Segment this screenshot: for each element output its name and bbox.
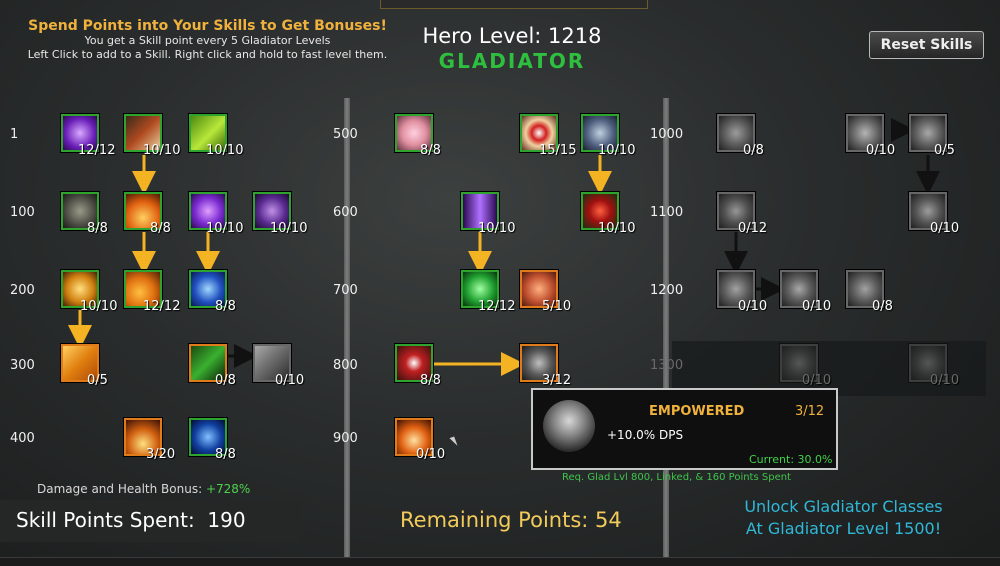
skill-rank: 0/10 [866,143,896,158]
level-label: 600 [333,205,358,220]
level-label: 900 [333,431,358,446]
unlock-line-2: At Gladiator Level 1500! [745,519,942,538]
skill-rank: 10/10 [598,221,636,236]
skill-rank: 8/8 [420,143,441,158]
intro-title: Spend Points into Your Skills to Get Bon… [28,18,387,34]
skill-rank: 10/10 [206,143,244,158]
skill-rank: 0/10 [275,373,305,388]
skill-rank: 10/10 [270,221,308,236]
skill-rank: 3/12 [542,373,572,388]
skill-rank: 10/10 [478,221,516,236]
skill-rank: 5/10 [542,299,572,314]
skill-rank: 3/20 [146,447,176,462]
skill-rank: 8/8 [420,373,441,388]
level-label: 1200 [650,283,684,298]
unlock-line-1: Unlock Gladiator Classes [744,497,943,516]
tooltip-skill-rank: 3/12 [795,404,825,419]
level-label: 800 [333,358,358,373]
intro-line-1: You get a Skill point every 5 Gladiator … [84,34,331,47]
level-label: 1000 [650,127,684,142]
intro-panel: Spend Points into Your Skills to Get Bon… [0,18,415,62]
skill-rank: 12/12 [78,143,116,158]
level-label: 400 [10,431,35,446]
intro-line-2: Left Click to add to a Skill. Right clic… [27,48,388,61]
skill-rank: 10/10 [206,221,244,236]
level-label: 700 [333,283,358,298]
top-frame-ornament [380,0,648,9]
skill-rank: 10/10 [80,299,118,314]
skill-rank: 0/8 [872,299,893,314]
damage-value: +728% [205,482,251,496]
level-label: 500 [333,127,358,142]
skill-rank: 0/8 [743,143,764,158]
tooltip-requirement: Req. Glad Lvl 800, Linked, & 160 Points … [562,472,791,483]
skill-rank: 0/10 [802,299,832,314]
empowered-icon [543,400,595,452]
reset-skills-button[interactable]: Reset Skills [869,31,984,59]
level-label: 100 [10,205,35,220]
skill-rank: 0/5 [87,373,108,388]
skill-rank: 8/8 [215,299,236,314]
hero-level: Hero Level: 1218 [422,24,602,48]
damage-label: Damage and Health Bonus: [37,482,203,496]
skill-rank: 0/10 [802,373,832,388]
skill-rank: 0/5 [934,143,955,158]
level-label: 1300 [650,358,684,373]
damage-health-bonus: Damage and Health Bonus: +728% [37,482,250,496]
skill-rank: 12/12 [143,299,181,314]
skill-rank: 0/12 [738,221,768,236]
tooltip-current: Current: 30.0% [749,453,833,466]
skill-rank: 8/8 [87,221,108,236]
skill-rank: 0/10 [930,221,960,236]
level-label: 300 [10,358,35,373]
skill-rank: 10/10 [143,143,181,158]
column-divider-1 [344,98,350,558]
skill-rank: 15/15 [539,143,577,158]
remaining-points: Remaining Points: 54 [400,508,622,532]
unlock-classes-notice: Unlock Gladiator Classes At Gladiator Le… [716,496,971,540]
column-divider-2 [663,98,669,558]
tooltip-skill-name: EMPOWERED [649,404,745,419]
skill-points-spent: Skill Points Spent: 190 [16,508,246,532]
skill-rank: 8/8 [215,447,236,462]
mouse-cursor-icon [449,436,458,448]
bottom-frame [0,557,1000,566]
skill-rank: 8/8 [150,221,171,236]
tooltip-bonus: +10.0% DPS [607,428,684,442]
skill-rank: 0/10 [738,299,768,314]
skill-rank: 0/10 [416,447,446,462]
class-title: GLADIATOR [438,49,586,73]
level-label: 200 [10,283,35,298]
skill-tree-screen: Spend Points into Your Skills to Get Bon… [0,0,1000,566]
skill-rank: 12/12 [478,299,516,314]
skill-rank: 10/10 [598,143,636,158]
skill-rank: 0/8 [215,373,236,388]
skill-tooltip: EMPOWERED 3/12 +10.0% DPS Current: 30.0% [531,388,838,470]
skill-rank: 0/10 [930,373,960,388]
level-label: 1 [10,127,19,142]
level-label: 1100 [650,205,684,220]
